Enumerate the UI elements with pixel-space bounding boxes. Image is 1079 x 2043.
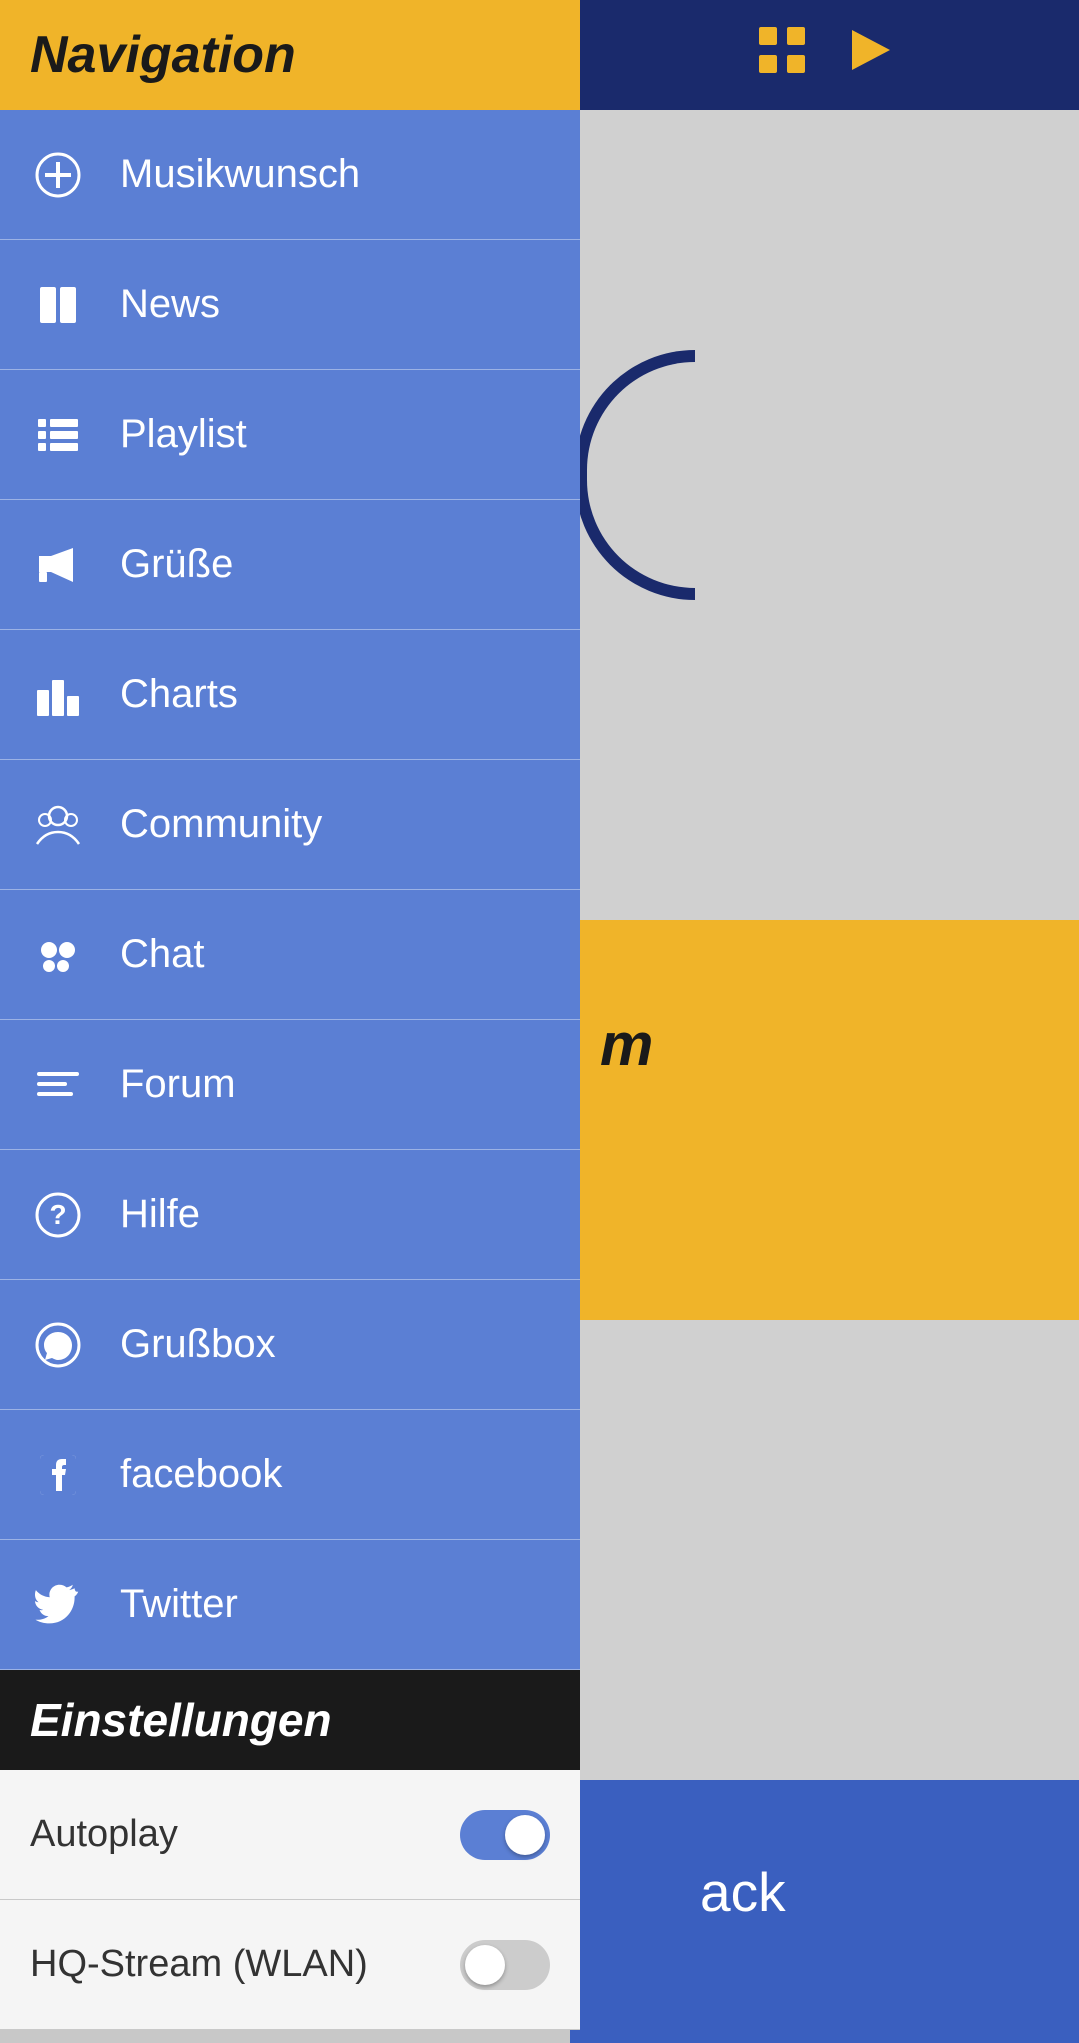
back-text: ack bbox=[700, 1860, 786, 1924]
sidebar-item-chat[interactable]: Chat bbox=[0, 890, 580, 1020]
list-icon bbox=[30, 407, 85, 462]
sidebar-item-grusse[interactable]: Grüße bbox=[0, 500, 580, 630]
sidebar-item-label: Community bbox=[120, 802, 322, 847]
sidebar-item-label: Charts bbox=[120, 672, 238, 717]
sidebar-item-label: Hilfe bbox=[120, 1192, 200, 1237]
sidebar-item-community[interactable]: Community bbox=[0, 760, 580, 890]
navigation-panel: Navigation Musikwunsch News bbox=[0, 0, 580, 2043]
community-icon bbox=[30, 797, 85, 852]
nav-list: Musikwunsch News bbox=[0, 110, 580, 1670]
sidebar-item-hilfe[interactable]: ? Hilfe bbox=[0, 1150, 580, 1280]
settings-item-autoplay: Autoplay bbox=[0, 1770, 580, 1900]
nav-title: Navigation bbox=[30, 25, 296, 85]
chat-icon bbox=[30, 927, 85, 982]
help-icon: ? bbox=[30, 1187, 85, 1242]
settings-header: Einstellungen bbox=[0, 1670, 580, 1770]
sidebar-item-label: Musikwunsch bbox=[120, 152, 360, 197]
sidebar-item-forum[interactable]: Forum bbox=[0, 1020, 580, 1150]
sidebar-item-label: Chat bbox=[120, 932, 205, 977]
plus-circle-icon bbox=[30, 147, 85, 202]
sidebar-item-playlist[interactable]: Playlist bbox=[0, 370, 580, 500]
twitter-icon bbox=[30, 1577, 85, 1632]
grid-icon[interactable] bbox=[757, 25, 807, 85]
book-icon bbox=[30, 277, 85, 332]
forum-icon bbox=[30, 1057, 85, 1112]
sidebar-item-label: facebook bbox=[120, 1452, 282, 1497]
sidebar-item-twitter[interactable]: Twitter bbox=[0, 1540, 580, 1670]
yellow-area bbox=[570, 920, 1079, 1320]
svg-text:?: ? bbox=[49, 1199, 66, 1230]
megaphone-icon bbox=[30, 537, 85, 592]
sidebar-item-label: Playlist bbox=[120, 412, 247, 457]
sidebar-item-musikwunsch[interactable]: Musikwunsch bbox=[0, 110, 580, 240]
sidebar-item-facebook[interactable]: facebook bbox=[0, 1410, 580, 1540]
sidebar-item-label: Grußbox bbox=[120, 1322, 276, 1367]
autoplay-label: Autoplay bbox=[30, 1813, 178, 1856]
bar-chart-icon bbox=[30, 667, 85, 722]
play-icon[interactable] bbox=[847, 28, 892, 83]
hq-stream-knob bbox=[465, 1945, 505, 1985]
sidebar-item-label: Forum bbox=[120, 1062, 236, 1107]
hq-stream-toggle[interactable] bbox=[460, 1940, 550, 1990]
nav-header: Navigation bbox=[0, 0, 580, 110]
header-right bbox=[570, 0, 1079, 110]
sidebar-item-label: Twitter bbox=[120, 1582, 238, 1627]
blue-bottom-area bbox=[570, 1780, 1079, 2043]
hq-stream-label: HQ-Stream (WLAN) bbox=[30, 1943, 368, 1986]
yellow-text: m bbox=[600, 1010, 653, 1079]
sidebar-item-label: News bbox=[120, 282, 220, 327]
facebook-icon bbox=[30, 1447, 85, 1502]
settings-item-hq-stream: HQ-Stream (WLAN) bbox=[0, 1900, 580, 2030]
sidebar-item-news[interactable]: News bbox=[0, 240, 580, 370]
whatsapp-icon bbox=[30, 1317, 85, 1372]
settings-title: Einstellungen bbox=[30, 1693, 332, 1747]
autoplay-toggle[interactable] bbox=[460, 1810, 550, 1860]
sidebar-item-grussbox[interactable]: Grußbox bbox=[0, 1280, 580, 1410]
sidebar-item-charts[interactable]: Charts bbox=[0, 630, 580, 760]
sidebar-item-label: Grüße bbox=[120, 542, 233, 587]
autoplay-knob bbox=[505, 1815, 545, 1855]
